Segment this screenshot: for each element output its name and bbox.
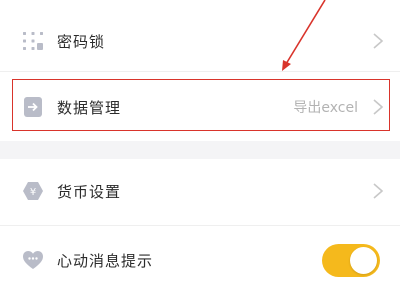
divider — [0, 225, 400, 226]
dotted-lock-icon — [22, 30, 44, 52]
settings-item-heart-message: 心动消息提示 — [0, 239, 400, 281]
currency-icon: ¥ — [22, 180, 44, 202]
svg-text:¥: ¥ — [30, 187, 36, 198]
settings-item-currency[interactable]: ¥ 货币设置 — [0, 170, 400, 212]
settings-item-label: 心动消息提示 — [57, 251, 154, 270]
export-excel-hint: 导出excel — [293, 100, 358, 116]
settings-item-password-lock[interactable]: 密码锁 — [0, 20, 400, 62]
chevron-right-icon — [372, 182, 384, 200]
settings-screen: 密码锁 数据管理 导出excel ¥ 货币设置 心动消息提示 — [0, 0, 400, 284]
settings-item-label: 数据管理 — [57, 98, 122, 117]
settings-item-data-management[interactable]: 数据管理 导出excel — [0, 84, 400, 130]
settings-item-label: 密码锁 — [57, 32, 106, 51]
divider — [0, 71, 400, 72]
chevron-right-icon — [372, 32, 384, 50]
section-separator — [0, 141, 400, 159]
settings-item-label: 货币设置 — [57, 182, 122, 201]
chevron-right-icon — [372, 98, 384, 116]
toggle-knob — [350, 247, 377, 274]
heart-message-toggle[interactable] — [322, 244, 380, 277]
heart-message-icon — [22, 249, 44, 271]
data-export-icon — [22, 96, 44, 118]
